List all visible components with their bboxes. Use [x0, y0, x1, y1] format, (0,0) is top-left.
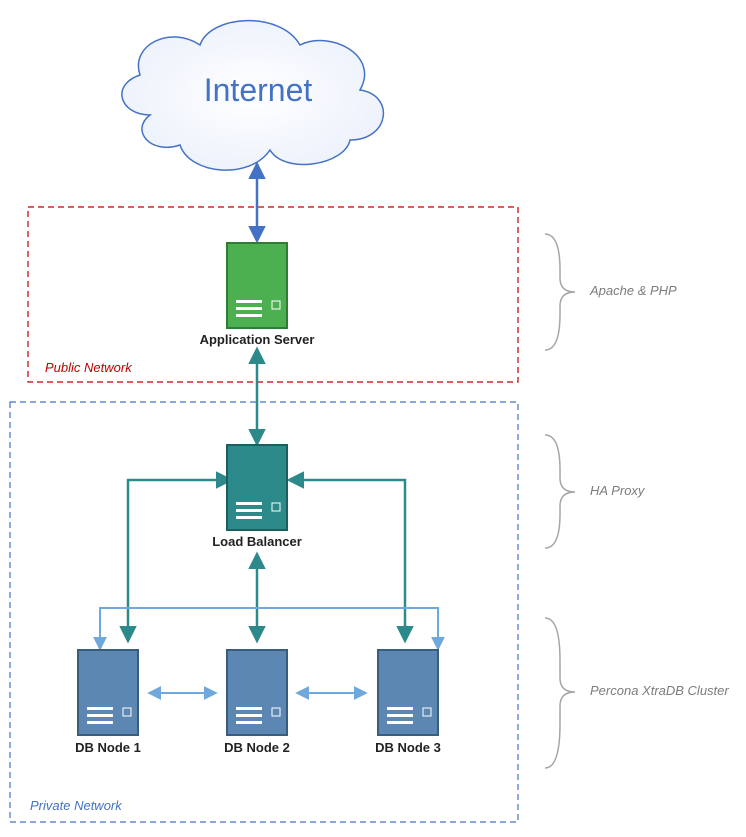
- private-network-label: Private Network: [30, 798, 122, 813]
- conn-lb-db3: [290, 480, 405, 640]
- load-balancer-icon: [227, 445, 287, 530]
- db-node-3-icon: [378, 650, 438, 735]
- internet-label: Internet: [158, 72, 358, 109]
- conn-lb-db1: [128, 480, 230, 640]
- conn-db-ring: [100, 608, 438, 648]
- annot-db: Percona XtraDB Cluster: [590, 683, 729, 698]
- app-server-label: Application Server: [197, 332, 317, 347]
- brace-db: [545, 618, 575, 768]
- db-node-2-label: DB Node 2: [197, 740, 317, 755]
- public-network-label: Public Network: [45, 360, 132, 375]
- diagram-svg: [0, 0, 746, 837]
- db-node-2-icon: [227, 650, 287, 735]
- db-node-1-label: DB Node 1: [48, 740, 168, 755]
- db-node-3-label: DB Node 3: [348, 740, 468, 755]
- brace-app: [545, 234, 575, 350]
- db-node-1-icon: [78, 650, 138, 735]
- annot-app: Apache & PHP: [590, 283, 677, 298]
- load-balancer-label: Load Balancer: [197, 534, 317, 549]
- brace-lb: [545, 435, 575, 548]
- architecture-diagram: Internet Application Server Load Balance…: [0, 0, 746, 837]
- annot-lb: HA Proxy: [590, 483, 644, 498]
- app-server-icon: [227, 243, 287, 328]
